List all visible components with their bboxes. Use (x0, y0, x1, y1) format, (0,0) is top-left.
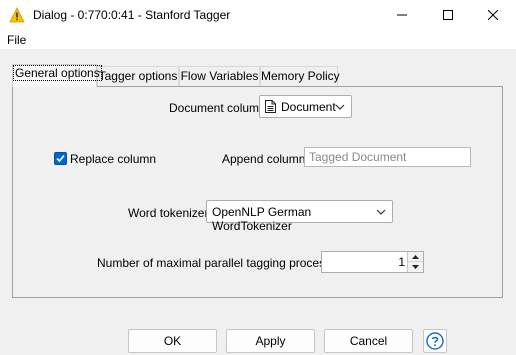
document-column-select[interactable]: Document (259, 95, 352, 118)
tab-general-options[interactable]: General options (12, 64, 102, 87)
tab-tagger-options[interactable]: Tagger options (97, 66, 179, 86)
help-icon (426, 332, 444, 350)
apply-button[interactable]: Apply (226, 329, 315, 353)
replace-column-checkbox[interactable] (54, 152, 67, 165)
help-button[interactable] (423, 329, 447, 353)
knime-triangle-icon (9, 7, 25, 23)
menu-file[interactable]: File (7, 33, 26, 47)
menu-bar: File (0, 30, 516, 49)
checkmark-icon (56, 154, 65, 163)
word-tokenizer-value: OpenNLP German WordTokenizer (212, 205, 312, 233)
maximize-button[interactable] (425, 0, 471, 30)
parallel-processes-label: Number of maximal parallel tagging proce… (97, 256, 344, 270)
minimize-icon (397, 14, 407, 16)
spinner-down-button[interactable] (408, 262, 423, 272)
tab-flow-variables[interactable]: Flow Variables (179, 66, 260, 86)
replace-column-label[interactable]: Replace column (70, 152, 156, 166)
spinner-buttons (407, 252, 423, 272)
spinner-up-button[interactable] (408, 252, 423, 262)
title-bar: Dialog - 0:770:0:41 - Stanford Tagger (0, 0, 516, 30)
word-tokenizer-label: Word tokenizer (128, 206, 209, 220)
close-button[interactable] (470, 0, 516, 30)
document-icon (265, 100, 276, 113)
cancel-button[interactable]: Cancel (324, 329, 413, 353)
chevron-down-icon (376, 209, 386, 215)
parallel-processes-spinner[interactable]: 1 (321, 251, 424, 273)
document-column-label: Document column (169, 101, 266, 115)
word-tokenizer-select[interactable]: OpenNLP German WordTokenizer (206, 200, 393, 233)
general-options-panel: Document column Document Replace column … (12, 86, 503, 298)
window-title: Dialog - 0:770:0:41 - Stanford Tagger (33, 8, 231, 22)
close-icon (488, 10, 498, 20)
parallel-processes-value: 1 (398, 255, 405, 269)
arrow-down-icon (412, 265, 419, 269)
append-column-field[interactable]: Tagged Document (304, 147, 471, 167)
ok-button[interactable]: OK (128, 329, 217, 353)
append-column-label: Append column: (222, 152, 309, 166)
minimize-button[interactable] (379, 0, 425, 30)
arrow-up-icon (412, 254, 419, 259)
maximize-icon (443, 10, 453, 20)
chevron-down-icon (335, 104, 345, 110)
document-column-value: Document (281, 100, 336, 114)
tab-memory-policy[interactable]: Memory Policy (260, 66, 340, 86)
